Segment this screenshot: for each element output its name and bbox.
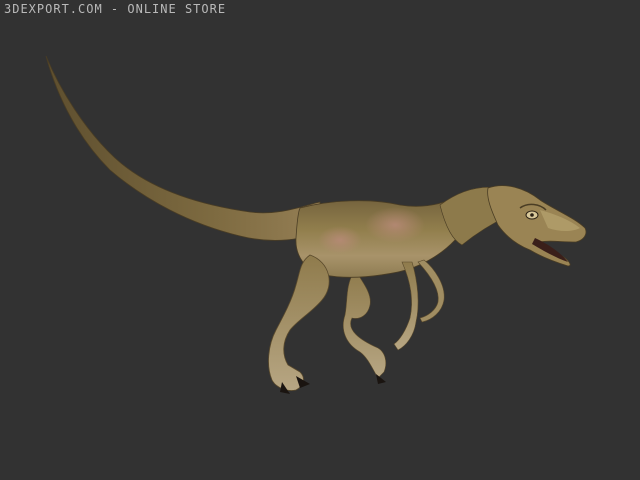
tail [45,55,323,241]
raptor-model [45,55,587,394]
render-viewport: 3DEXPORT.COM - ONLINE STORE [0,0,640,480]
far-claw [376,374,386,384]
far-hind-leg [342,269,387,379]
near-arm [393,261,419,351]
near-hind-leg [268,254,330,391]
far-arm [417,259,445,323]
